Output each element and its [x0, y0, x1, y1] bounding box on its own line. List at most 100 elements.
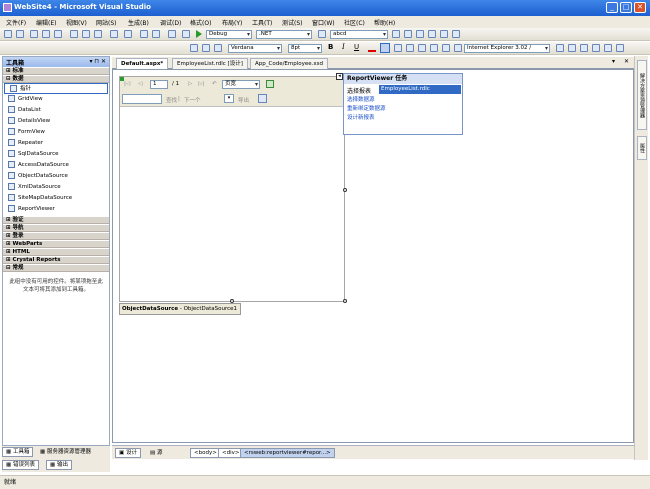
- align-left-icon[interactable]: [394, 44, 402, 52]
- prev-page-icon[interactable]: ◁: [138, 81, 142, 87]
- open-file-icon[interactable]: [30, 30, 38, 38]
- style-icon[interactable]: [190, 44, 198, 52]
- menu-edit[interactable]: 编辑(E): [36, 18, 56, 27]
- toolbox-section-navigation[interactable]: ⊞ 导航: [3, 224, 109, 232]
- resize-handle-right[interactable]: [343, 188, 347, 192]
- tab-default-aspx[interactable]: Default.aspx*: [116, 58, 169, 69]
- check-accessibility-icon[interactable]: [556, 44, 564, 52]
- target-rule-icon[interactable]: [202, 44, 210, 52]
- toolbox-item-objectdatasource[interactable]: ObjectDataSource: [3, 171, 109, 182]
- zoom-select[interactable]: 页宽: [222, 80, 260, 89]
- menu-layout[interactable]: 布局(Y): [222, 18, 242, 27]
- menu-tools[interactable]: 工具(T): [252, 18, 272, 27]
- add-item-icon[interactable]: [16, 30, 24, 38]
- properties-icon[interactable]: [404, 30, 412, 38]
- toolbox-item-sitemapdatasource[interactable]: SiteMapDataSource: [3, 193, 109, 204]
- back-icon[interactable]: ↶: [212, 81, 217, 87]
- find-next-link[interactable]: 下一个: [184, 96, 201, 104]
- export-format-select[interactable]: ▾: [224, 94, 234, 103]
- underline-button[interactable]: U: [354, 43, 359, 51]
- save-all-icon[interactable]: [54, 30, 62, 38]
- menu-build[interactable]: 生成(B): [128, 18, 149, 27]
- minimize-button[interactable]: _: [606, 2, 618, 13]
- align-right-icon[interactable]: [418, 44, 426, 52]
- platform-select[interactable]: .NET: [256, 30, 312, 39]
- italic-button[interactable]: I: [342, 43, 345, 51]
- toolbox-item-pointer[interactable]: 指针: [4, 83, 108, 94]
- start-debug-icon[interactable]: [182, 30, 190, 38]
- maximize-button[interactable]: □: [620, 2, 632, 13]
- toolbox-section-html[interactable]: ⊞ HTML: [3, 248, 109, 256]
- object-browser-icon[interactable]: [416, 30, 424, 38]
- tab-employee-xsd[interactable]: App_Code/Employee.xsd: [250, 58, 329, 69]
- run-page-icon[interactable]: [168, 30, 176, 38]
- paste-icon[interactable]: [94, 30, 102, 38]
- menu-help[interactable]: 帮助(H): [374, 18, 395, 27]
- properties-tab[interactable]: 属性: [637, 136, 647, 160]
- solution-config-select[interactable]: Debug: [206, 30, 252, 39]
- toolbox-pane-tab[interactable]: ▦ 工具箱: [2, 447, 34, 457]
- menu-debug[interactable]: 调试(D): [160, 18, 181, 27]
- undo-icon[interactable]: [110, 30, 118, 38]
- source-view-tab[interactable]: ▤ 源: [146, 448, 166, 458]
- next-page-icon[interactable]: ▷: [188, 81, 192, 87]
- target-schema-select[interactable]: Internet Explorer 3.02 /: [464, 44, 550, 53]
- menu-view[interactable]: 视图(V): [66, 18, 87, 27]
- choose-report-select[interactable]: EmployeeList.rdlc: [379, 85, 461, 94]
- font-color-icon[interactable]: [368, 44, 376, 52]
- menu-window[interactable]: 窗口(W): [312, 18, 335, 27]
- copy-icon[interactable]: [82, 30, 90, 38]
- font-family-select[interactable]: Verdana: [228, 44, 282, 53]
- rebind-datasource-link[interactable]: 重新绑定数据源: [344, 105, 462, 114]
- toolbox-item-reportviewer[interactable]: ReportViewer: [3, 204, 109, 215]
- choose-datasource-link[interactable]: 选择数据源: [344, 96, 462, 105]
- toolbox-window-controls[interactable]: ▾ ⊓ ✕: [89, 58, 106, 65]
- toolbox-item-repeater[interactable]: Repeater: [3, 138, 109, 149]
- find-link[interactable]: 查找: [166, 96, 177, 104]
- bold-button[interactable]: B: [328, 43, 333, 51]
- document-outline-icon[interactable]: [452, 30, 460, 38]
- style-application-icon[interactable]: [214, 44, 222, 52]
- refresh-icon[interactable]: [266, 80, 274, 88]
- format-toolbar-icon-3[interactable]: [592, 44, 600, 52]
- toolbox-section-data[interactable]: ⊟ 数据: [3, 75, 109, 83]
- toolbox-section-validation[interactable]: ⊞ 验证: [3, 216, 109, 224]
- toolbox-item-sqldatasource[interactable]: SqlDataSource: [3, 149, 109, 160]
- solution-explorer-icon[interactable]: [392, 30, 400, 38]
- tab-list-icon[interactable]: ▾: [612, 58, 615, 65]
- toolbox-item-xmldatasource[interactable]: XmlDataSource: [3, 182, 109, 193]
- design-view-tab[interactable]: ▣ 设计: [115, 448, 141, 458]
- close-document-icon[interactable]: ✕: [624, 58, 629, 65]
- menu-format[interactable]: 格式(O): [190, 18, 211, 27]
- align-center-icon[interactable]: [406, 44, 414, 52]
- close-button[interactable]: ✕: [634, 2, 646, 13]
- format-toolbar-icon-4[interactable]: [604, 44, 612, 52]
- menu-community[interactable]: 社区(C): [344, 18, 365, 27]
- print-icon[interactable]: [258, 94, 267, 103]
- toolbox-section-standard[interactable]: ⊞ 标准: [3, 67, 109, 75]
- find-in-files-icon[interactable]: [318, 30, 326, 38]
- play-icon[interactable]: [196, 30, 202, 38]
- toolbox-item-gridview[interactable]: GridView: [3, 94, 109, 105]
- toolbox-section-login[interactable]: ⊞ 登录: [3, 232, 109, 240]
- resize-handle-corner[interactable]: [343, 299, 347, 303]
- menu-file[interactable]: 文件(F): [6, 18, 26, 27]
- font-size-select[interactable]: 8pt: [288, 44, 322, 53]
- tag-crumb-body[interactable]: <body>: [190, 448, 221, 458]
- toolbox-item-detailsview[interactable]: DetailsView: [3, 116, 109, 127]
- redo-icon[interactable]: [124, 30, 132, 38]
- export-link[interactable]: 导出: [238, 96, 249, 104]
- save-icon[interactable]: [42, 30, 50, 38]
- toolbox-item-accessdatasource[interactable]: AccessDataSource: [3, 160, 109, 171]
- find-text-input[interactable]: [122, 94, 162, 104]
- first-page-icon[interactable]: |◁: [124, 81, 130, 87]
- toolbox-item-formview[interactable]: FormView: [3, 127, 109, 138]
- format-toolbar-icon-2[interactable]: [580, 44, 588, 52]
- smart-tag-glyph[interactable]: ◂: [336, 73, 343, 80]
- new-project-icon[interactable]: [4, 30, 12, 38]
- reportviewer-control[interactable]: |◁ ◁ 1 / 1 ▷ ▷| ↶ 页宽 查找 | 下一个 ▾ 导出: [119, 76, 347, 303]
- indent-icon[interactable]: [454, 44, 462, 52]
- toolbox-icon[interactable]: [428, 30, 436, 38]
- format-toolbar-icon-1[interactable]: [568, 44, 576, 52]
- page-number-input[interactable]: 1: [150, 80, 168, 89]
